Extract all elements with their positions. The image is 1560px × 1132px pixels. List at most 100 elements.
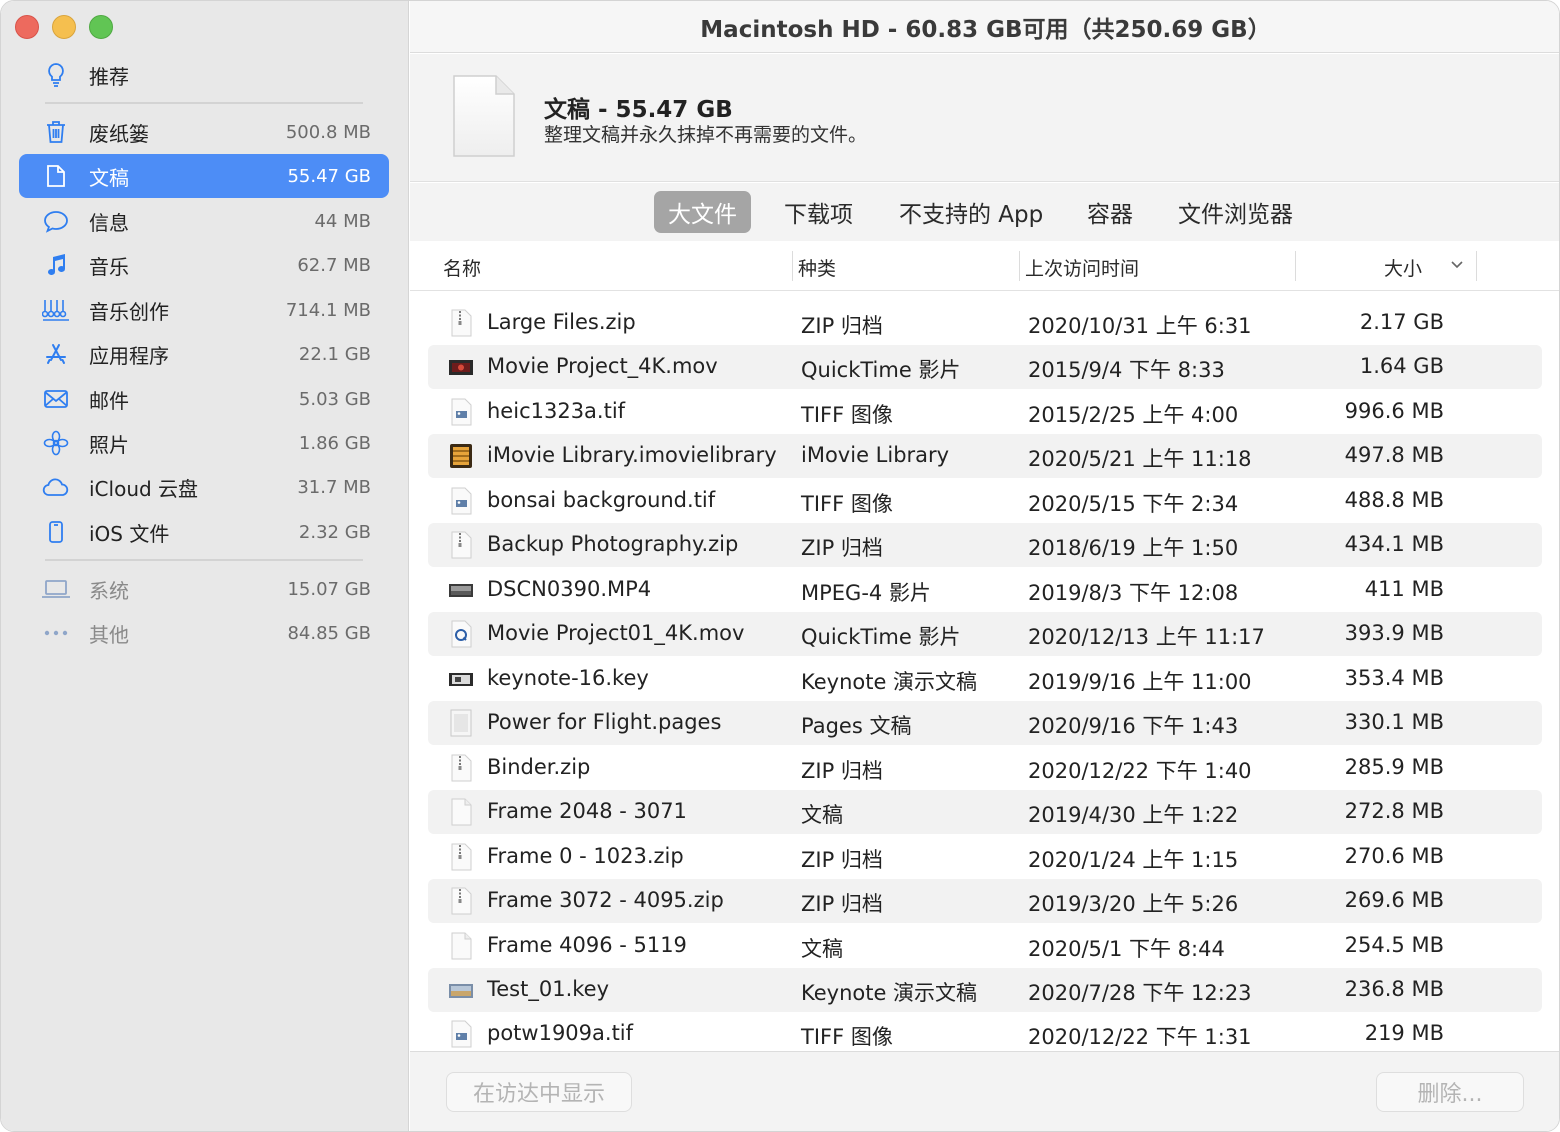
table-row[interactable]: Movie Project_4K.mov QuickTime 影片 2015/9… [428, 345, 1542, 389]
sidebar-item-label: 推荐 [89, 64, 129, 89]
table-row[interactable]: bonsai background.tif TIFF 图像 2020/5/15 … [428, 479, 1542, 523]
table-row[interactable]: DSCN0390.MP4 MPEG-4 影片 2019/8/3 下午 12:08… [428, 568, 1542, 612]
file-size: 353.4 MB [1344, 666, 1444, 690]
sidebar-item-size: 31.7 MB [297, 476, 371, 498]
file-kind: TIFF 图像 [801, 1025, 893, 1049]
file-last-accessed: 2019/4/30 上午 1:22 [1028, 803, 1239, 827]
tiff-image-icon [451, 1020, 472, 1048]
file-size: 219 MB [1364, 1021, 1444, 1045]
sidebar-item-label: 文稿 [89, 165, 129, 190]
table-row[interactable]: Test_01.key Keynote 演示文稿 2020/7/28 下午 12… [428, 968, 1542, 1012]
sidebar-item-mail[interactable]: 邮件 5.03 GB [19, 377, 389, 421]
file-name: DSCN0390.MP4 [487, 577, 652, 601]
zip-icon [451, 531, 472, 559]
tab-unsupported-apps[interactable]: 不支持的 App [885, 191, 1057, 233]
tab-large-files[interactable]: 大文件 [654, 191, 751, 233]
sidebar-item-size: 22.1 GB [298, 343, 371, 365]
zoom-window-button[interactable] [89, 15, 113, 39]
chevron-down-icon[interactable] [1448, 255, 1466, 273]
sidebar-item-music[interactable]: 音乐 62.7 MB [19, 243, 389, 287]
file-size: 393.9 MB [1344, 621, 1444, 645]
table-row[interactable]: Frame 4096 - 5119 文稿 2020/5/1 下午 8:44 25… [428, 924, 1542, 968]
file-size: 330.1 MB [1344, 710, 1444, 734]
message-bubble-icon [41, 206, 71, 236]
sidebar-item-messages[interactable]: 信息 44 MB [19, 199, 389, 243]
sidebar-item-recommendations[interactable]: 推荐 [19, 53, 389, 97]
file-size: 270.6 MB [1344, 844, 1444, 868]
file-name: iMovie Library.imovielibrary [487, 443, 777, 467]
file-size: 996.6 MB [1344, 399, 1444, 423]
file-name: Frame 2048 - 3071 [487, 799, 687, 823]
category-header: 文稿 - 55.47 GB 整理文稿并永久抹掉不再需要的文件。 [410, 54, 1559, 182]
tiff-image-icon [451, 487, 472, 515]
table-row[interactable]: keynote-16.key Keynote 演示文稿 2019/9/16 上午… [428, 657, 1542, 701]
table-row[interactable]: iMovie Library.imovielibrary iMovie Libr… [428, 434, 1542, 478]
sidebar-item-label: 音乐 [89, 254, 129, 279]
file-size: 269.6 MB [1344, 888, 1444, 912]
zip-icon [451, 309, 472, 337]
document-large-icon [453, 75, 515, 157]
table-row[interactable]: Movie Project01_4K.mov QuickTime 影片 2020… [428, 612, 1542, 656]
show-in-finder-button[interactable]: 在访达中显示 [446, 1072, 632, 1112]
table-row[interactable]: Power for Flight.pages Pages 文稿 2020/9/1… [428, 701, 1542, 745]
table-row[interactable]: heic1323a.tif TIFF 图像 2015/2/25 上午 4:00 … [428, 390, 1542, 434]
sidebar-item-size: 1.86 GB [298, 432, 371, 454]
tab-downloads[interactable]: 下载项 [770, 191, 867, 233]
column-divider [1019, 251, 1020, 281]
sidebar-item-size: 2.32 GB [298, 521, 371, 543]
storage-management-window: 推荐 废纸篓 500.8 MB 文稿 55.47 GB 信息 44 MB 音乐 … [0, 0, 1560, 1132]
file-kind: MPEG-4 影片 [801, 581, 931, 605]
file-name: Frame 0 - 1023.zip [487, 844, 684, 868]
tab-file-browser[interactable]: 文件浏览器 [1164, 191, 1307, 233]
file-kind: iMovie Library [801, 443, 950, 467]
file-kind: ZIP 归档 [801, 848, 883, 872]
file-kind: Pages 文稿 [801, 714, 912, 738]
sidebar-item-label: iOS 文件 [89, 521, 170, 546]
column-divider [1295, 251, 1296, 281]
table-row[interactable]: Frame 2048 - 3071 文稿 2019/4/30 上午 1:22 2… [428, 790, 1542, 834]
delete-button[interactable]: 删除... [1376, 1072, 1524, 1112]
column-kind[interactable]: 种类 [798, 254, 836, 281]
file-kind: ZIP 归档 [801, 759, 883, 783]
blank-document-icon [451, 798, 472, 826]
file-last-accessed: 2020/5/21 上午 11:18 [1028, 447, 1252, 471]
table-row[interactable]: Large Files.zip ZIP 归档 2020/10/31 上午 6:3… [428, 301, 1542, 345]
table-row[interactable]: Frame 0 - 1023.zip ZIP 归档 2020/1/24 上午 1… [428, 835, 1542, 879]
sidebar-item-size: 44 MB [314, 210, 371, 232]
table-row[interactable]: Frame 3072 - 4095.zip ZIP 归档 2019/3/20 上… [428, 879, 1542, 923]
file-kind: Keynote 演示文稿 [801, 981, 978, 1005]
table-row[interactable]: potw1909a.tif TIFF 图像 2020/12/22 下午 1:31… [428, 1012, 1542, 1056]
column-last-accessed[interactable]: 上次访问时间 [1025, 254, 1139, 281]
file-last-accessed: 2020/10/31 上午 6:31 [1028, 314, 1252, 338]
file-size: 497.8 MB [1344, 443, 1444, 467]
file-size: 272.8 MB [1344, 799, 1444, 823]
tab-containers[interactable]: 容器 [1073, 191, 1147, 233]
sidebar-item-label: 应用程序 [89, 343, 169, 368]
file-kind: ZIP 归档 [801, 536, 883, 560]
close-window-button[interactable] [15, 15, 39, 39]
file-size: 236.8 MB [1344, 977, 1444, 1001]
sidebar-item-documents[interactable]: 文稿 55.47 GB [19, 154, 389, 198]
minimize-window-button[interactable] [52, 15, 76, 39]
table-row[interactable]: Binder.zip ZIP 归档 2020/12/22 下午 1:40 285… [428, 746, 1542, 790]
table-row[interactable]: Backup Photography.zip ZIP 归档 2018/6/19 … [428, 523, 1542, 567]
video-thumbnail-icon [449, 584, 473, 597]
sidebar-item-ios-files[interactable]: iOS 文件 2.32 GB [19, 510, 389, 554]
file-name: Test_01.key [487, 977, 610, 1001]
column-header: 名称 种类 上次访问时间 大小 [410, 241, 1559, 291]
sidebar-item-photos[interactable]: 照片 1.86 GB [19, 421, 389, 465]
file-last-accessed: 2020/12/13 上午 11:17 [1028, 625, 1265, 649]
sidebar-item-label: 系统 [89, 578, 129, 603]
sidebar-item-applications[interactable]: 应用程序 22.1 GB [19, 332, 389, 376]
document-icon [41, 161, 71, 191]
column-size[interactable]: 大小 [1384, 254, 1422, 281]
sidebar-item-trash[interactable]: 废纸篓 500.8 MB [19, 110, 389, 154]
sidebar-item-music-creation[interactable]: 音乐创作 714.1 MB [19, 288, 389, 332]
column-name[interactable]: 名称 [443, 254, 481, 281]
file-list: Large Files.zip ZIP 归档 2020/10/31 上午 6:3… [410, 301, 1559, 1051]
blank-document-icon [451, 932, 472, 960]
zip-icon [451, 843, 472, 871]
sidebar-item-size: 55.47 GB [287, 165, 371, 187]
iphone-icon [41, 517, 71, 547]
sidebar-item-icloud-drive[interactable]: iCloud 云盘 31.7 MB [19, 465, 389, 509]
